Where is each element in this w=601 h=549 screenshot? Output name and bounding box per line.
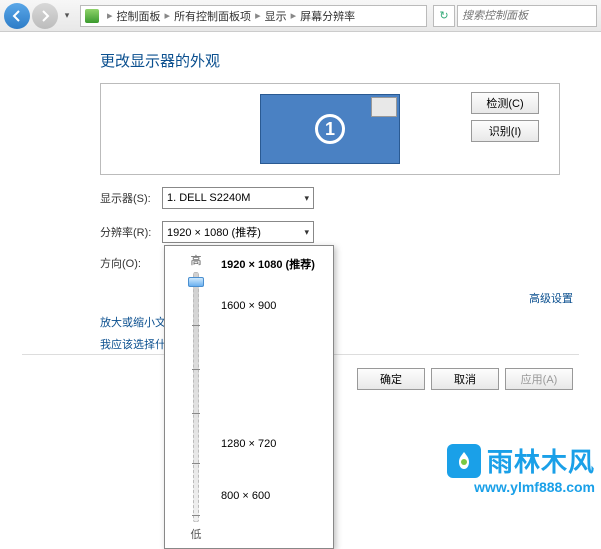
resolution-slider-popup: 高 低 1920 × 1080 (推荐) 1600 × 900 1280 × 7… [164,245,334,549]
control-panel-icon [85,9,99,23]
history-dropdown[interactable]: ▾ [60,3,74,29]
monitor-thumbnail [371,97,397,117]
back-button[interactable] [4,3,30,29]
display-select[interactable]: 1. DELL S2240M ▾ [162,187,314,209]
resolution-option[interactable]: 1280 × 720 [221,438,276,450]
orientation-label: 方向(O): [100,255,162,271]
breadcrumb-item[interactable]: 控制面板 [117,8,161,24]
watermark-url: www.ylmf888.com [447,479,595,495]
monitor-preview[interactable]: 1 [260,94,400,164]
cancel-button[interactable]: 取消 [431,368,499,390]
display-value: 1. DELL S2240M [167,192,250,204]
display-label: 显示器(S): [100,190,162,206]
search-input[interactable] [457,5,597,27]
identify-button[interactable]: 识别(I) [471,120,539,142]
main-content: 更改显示器的外观 1 检测(C) 识别(I) 显示器(S): 1. DELL S… [0,32,601,271]
apply-button: 应用(A) [505,368,573,390]
slider-handle[interactable] [188,277,204,287]
detect-button[interactable]: 检测(C) [471,92,539,114]
breadcrumb-item[interactable]: 所有控制面板项 [174,8,251,24]
ok-button[interactable]: 确定 [357,368,425,390]
watermark-brand: 雨林木风 [487,442,595,479]
watermark-icon [447,444,481,478]
monitor-number: 1 [315,114,345,144]
watermark: 雨林木风 www.ylmf888.com [447,442,595,495]
resolution-select[interactable]: 1920 × 1080 (推荐) ▾ [162,221,314,243]
resolution-option[interactable]: 800 × 600 [221,490,270,502]
chevron-down-icon: ▾ [304,193,309,204]
resolution-option[interactable]: 1600 × 900 [221,300,276,312]
advanced-settings-link[interactable]: 高级设置 [529,290,573,306]
resolution-label: 分辨率(R): [100,224,162,240]
page-title: 更改显示器的外观 [0,50,601,71]
breadcrumb-item[interactable]: 屏幕分辨率 [300,8,355,24]
chevron-down-icon: ▾ [304,227,309,238]
resolution-value: 1920 × 1080 (推荐) [167,224,261,240]
display-preview-area: 1 检测(C) 识别(I) [100,83,560,175]
resolution-option[interactable]: 1920 × 1080 (推荐) [221,256,315,272]
forward-button [32,3,58,29]
slider-track[interactable] [193,272,199,522]
toolbar: ▾ ▸ 控制面板 ▸ 所有控制面板项 ▸ 显示 ▸ 屏幕分辨率 ↻ [0,0,601,32]
breadcrumb[interactable]: ▸ 控制面板 ▸ 所有控制面板项 ▸ 显示 ▸ 屏幕分辨率 [80,5,427,27]
slider-labels: 1920 × 1080 (推荐) 1600 × 900 1280 × 720 8… [221,252,327,542]
slider-low-label: 低 [191,526,202,542]
breadcrumb-item[interactable]: 显示 [265,8,287,24]
refresh-button[interactable]: ↻ [433,5,455,27]
slider-high-label: 高 [191,252,202,268]
